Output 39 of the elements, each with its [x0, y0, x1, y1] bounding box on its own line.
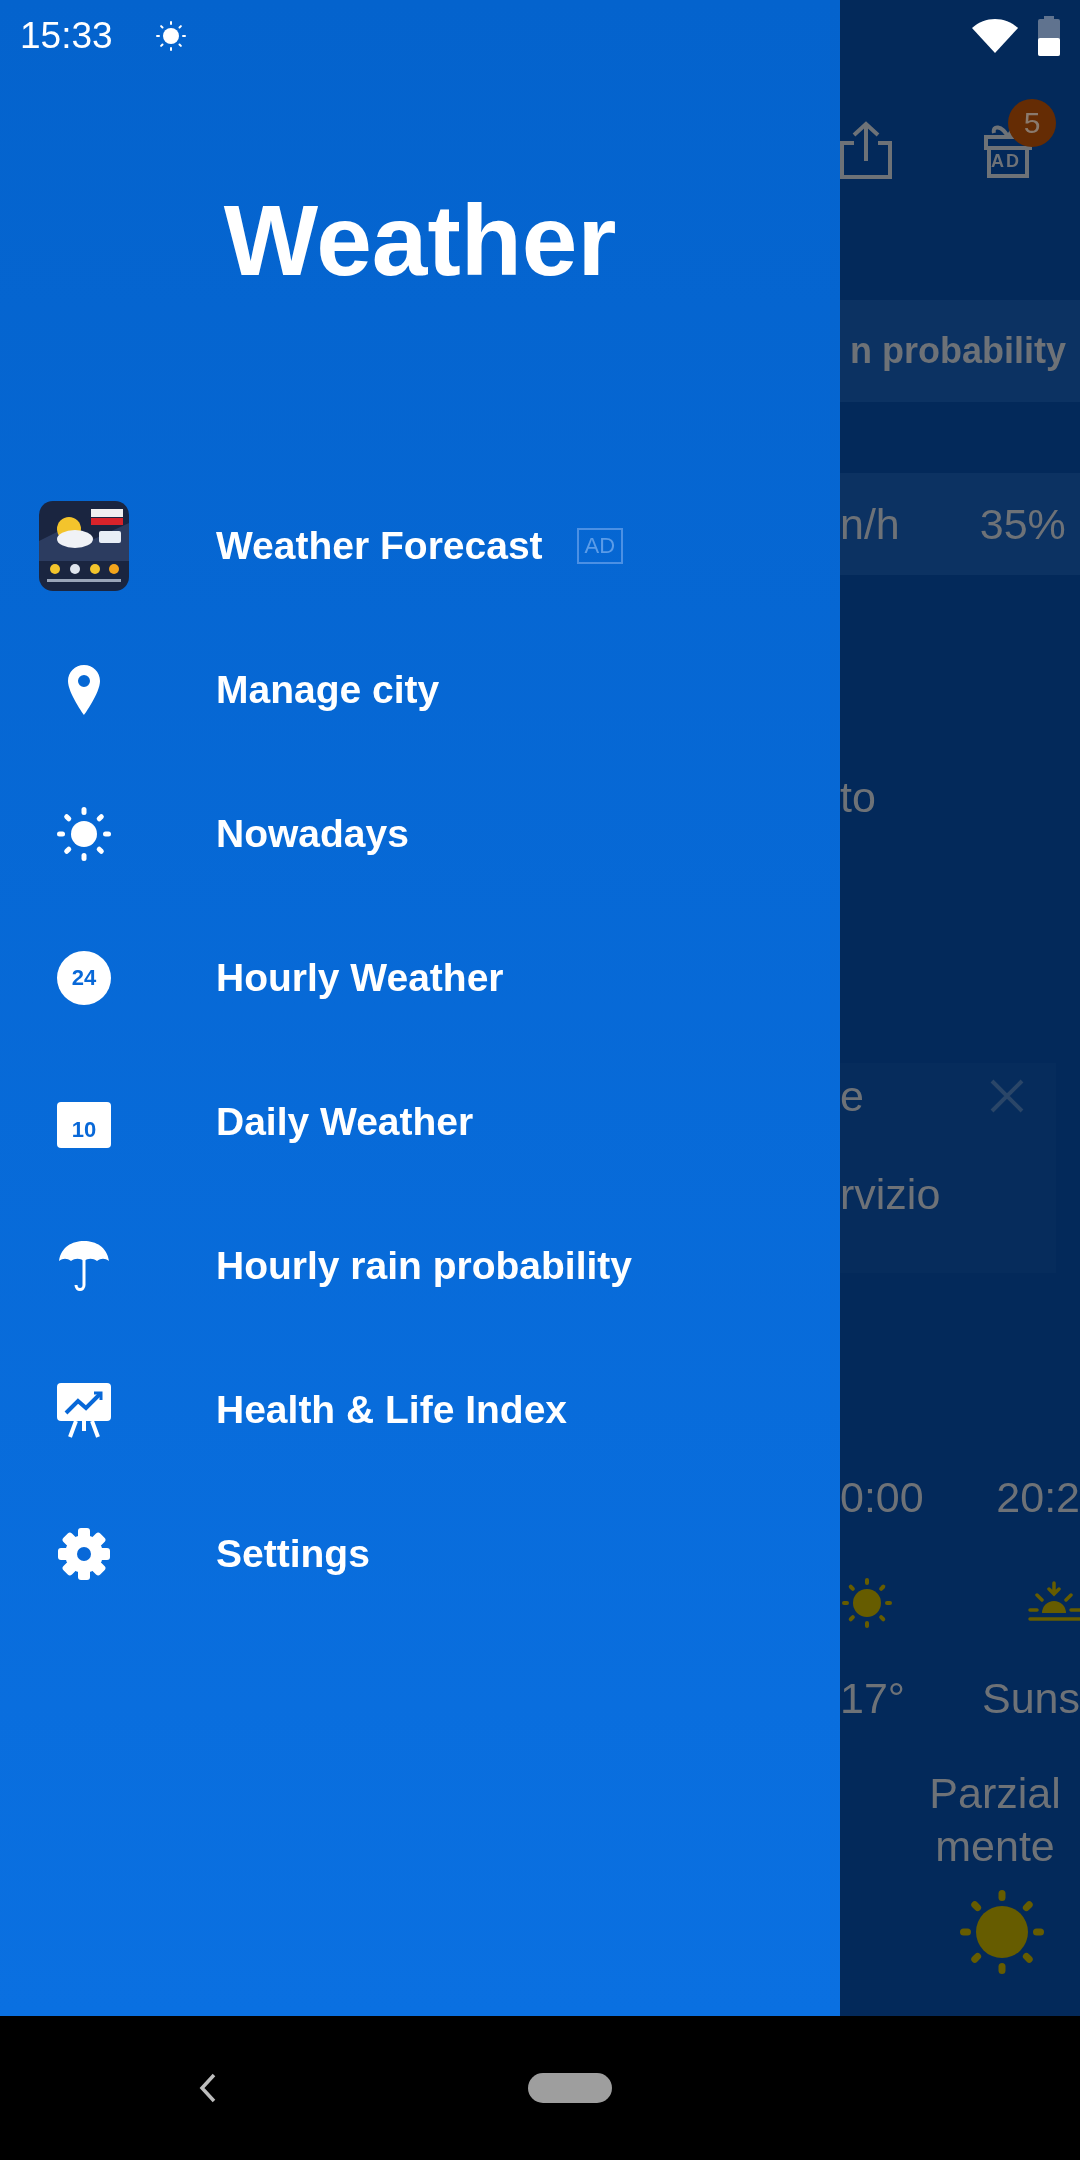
wind-text: n/h: [840, 499, 900, 550]
sun-icon: [840, 1576, 894, 1630]
menu-item[interactable]: Health & Life Index: [0, 1338, 840, 1482]
menu-item[interactable]: Nowadays: [0, 762, 840, 906]
card-title: e: [840, 1071, 864, 1122]
brightness-icon: [154, 20, 187, 52]
sun-icon: [56, 806, 112, 862]
time-text: 0:00: [840, 1472, 924, 1523]
home-button[interactable]: [528, 2073, 612, 2103]
chart-board-icon: [56, 1382, 112, 1438]
menu-item[interactable]: Hourly rain probability: [0, 1194, 840, 1338]
location-pin-icon: [68, 665, 100, 715]
menu-item[interactable]: Settings: [0, 1482, 840, 1626]
menu-item[interactable]: Manage city: [0, 618, 840, 762]
clock-icon: 24: [57, 951, 111, 1005]
app-icon: [39, 501, 129, 591]
settings-icon: [57, 1527, 111, 1581]
humidity-text: 35%: [979, 499, 1066, 550]
wifi-icon: [972, 19, 1018, 53]
umbrella-icon: [57, 1239, 111, 1293]
battery-icon: [1038, 16, 1060, 56]
status-time: 15:33: [20, 15, 113, 57]
calendar-icon: 10: [57, 1102, 111, 1148]
weather-text: to: [840, 772, 877, 823]
forecast-label: Suns: [982, 1673, 1080, 1724]
back-icon[interactable]: [198, 2072, 218, 2104]
header-text: n probability: [850, 329, 1066, 373]
share-icon[interactable]: [840, 121, 892, 179]
sun-icon: [960, 1890, 1044, 1974]
condition-text: Parzial mente: [929, 1768, 1061, 1872]
ad-label: AD: [576, 528, 624, 564]
menu-item[interactable]: 10 Daily Weather: [0, 1050, 840, 1194]
card-text: rvizio: [840, 1169, 942, 1220]
notification-badge: 5: [1008, 99, 1056, 147]
time-text: 20:2: [996, 1472, 1080, 1523]
drawer-title: Weather: [223, 183, 617, 298]
forecast-label: 17°: [840, 1673, 906, 1724]
menu-item[interactable]: 24 Hourly Weather: [0, 906, 840, 1050]
menu-item[interactable]: Weather Forecast AD: [0, 474, 840, 618]
